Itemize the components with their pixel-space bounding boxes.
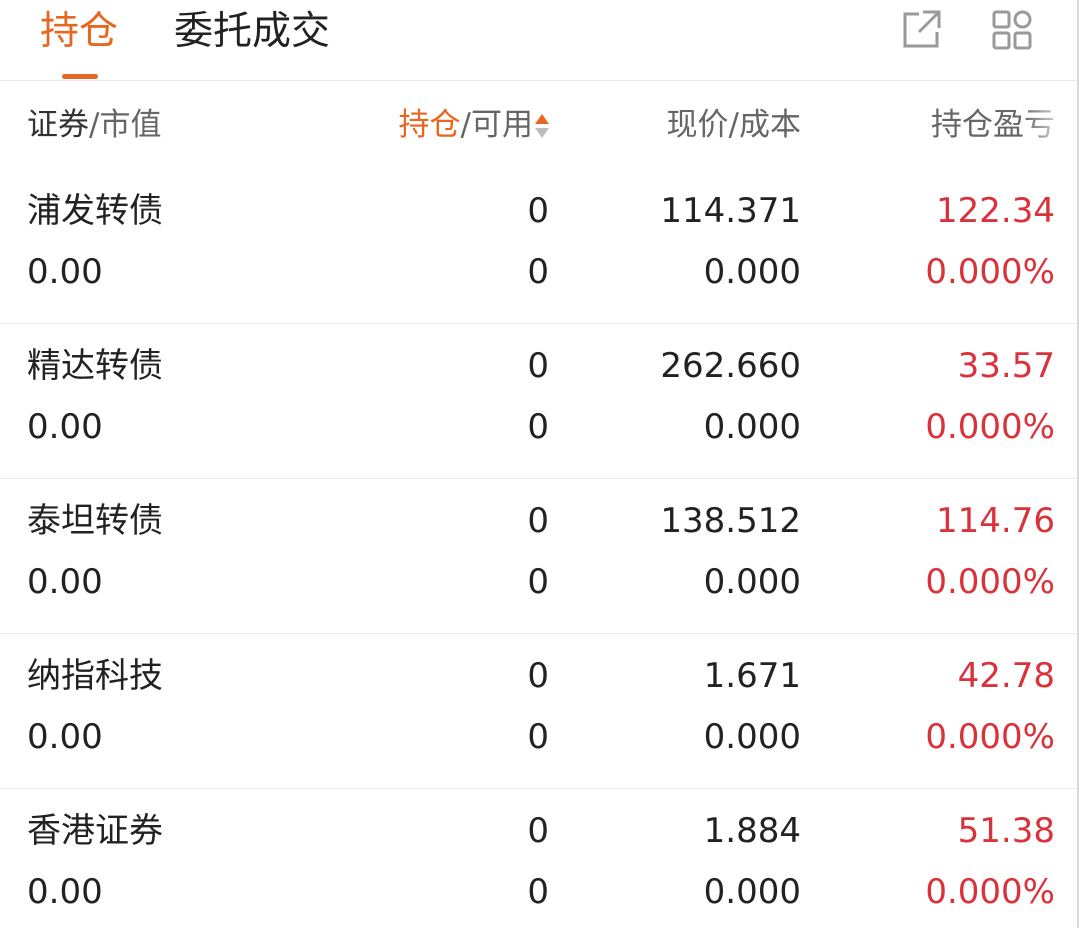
position-pnl-pct: 0.000%: [925, 562, 1055, 602]
market-value: 0.00: [27, 872, 103, 912]
column-header: 证券/市值 持仓/可用 现价/成本 持仓盈亏: [0, 81, 1079, 169]
cost-price: 0.000: [703, 872, 801, 912]
available-qty: 0: [527, 407, 549, 447]
sort-icon[interactable]: [535, 112, 549, 142]
cost-price: 0.000: [703, 562, 801, 602]
header-available-label: /可用: [460, 107, 533, 143]
current-price: 138.512: [660, 501, 801, 541]
holding-row[interactable]: 精达转债 0.00 0 0 262.660 0.000 33.57 0.000%: [0, 324, 1079, 479]
security-name: 泰坦转债: [27, 501, 163, 541]
position-qty: 0: [527, 191, 549, 231]
market-value: 0.00: [27, 717, 103, 757]
holdings-list: 浦发转债 0.00 0 0 114.371 0.000 122.34 0.000…: [0, 169, 1079, 928]
security-name: 精达转债: [27, 346, 163, 386]
position-pnl-pct: 0.000%: [925, 717, 1055, 757]
available-qty: 0: [527, 562, 549, 602]
tab-orders-trades[interactable]: 委托成交: [174, 8, 330, 56]
header-position-available[interactable]: 持仓/可用: [399, 105, 549, 145]
available-qty: 0: [527, 872, 549, 912]
current-price: 114.371: [660, 191, 801, 231]
header-fade-overlay: [1023, 81, 1079, 169]
holding-row[interactable]: 浦发转债 0.00 0 0 114.371 0.000 122.34 0.000…: [0, 169, 1079, 324]
holdings-screen: 持仓 委托成交 证券/市值 持仓/可用 现价/成本 持仓盈亏 浦发转债 0.00…: [0, 0, 1079, 928]
tab-bar: 持仓 委托成交: [0, 0, 1079, 81]
position-pnl: 122.34: [936, 191, 1055, 231]
position-pnl: 114.76: [936, 501, 1055, 541]
position-pnl: 51.38: [957, 811, 1055, 851]
position-pnl-pct: 0.000%: [925, 872, 1055, 912]
market-value: 0.00: [27, 252, 103, 292]
holding-row[interactable]: 泰坦转债 0.00 0 0 138.512 0.000 114.76 0.000…: [0, 479, 1079, 634]
current-price: 1.671: [703, 656, 801, 696]
market-value: 0.00: [27, 562, 103, 602]
tab-holdings[interactable]: 持仓: [40, 8, 118, 56]
active-tab-indicator: [62, 74, 98, 79]
position-pnl-pct: 0.000%: [925, 252, 1055, 292]
cost-price: 0.000: [703, 717, 801, 757]
security-name: 浦发转债: [27, 191, 163, 231]
holding-row[interactable]: 纳指科技 0.00 0 0 1.671 0.000 42.78 0.000%: [0, 634, 1079, 789]
security-name: 香港证券: [27, 811, 163, 851]
header-position-label: 持仓: [398, 107, 461, 143]
position-qty: 0: [527, 811, 549, 851]
holding-row[interactable]: 香港证券 0.00 0 0 1.884 0.000 51.38 0.000%: [0, 789, 1079, 928]
available-qty: 0: [527, 252, 549, 292]
position-qty: 0: [527, 346, 549, 386]
position-pnl: 33.57: [957, 346, 1055, 386]
position-pnl-pct: 0.000%: [925, 407, 1055, 447]
header-security-market-value[interactable]: 证券/市值: [27, 105, 161, 145]
position-qty: 0: [527, 656, 549, 696]
position-qty: 0: [527, 501, 549, 541]
security-name: 纳指科技: [27, 656, 163, 696]
external-link-icon[interactable]: [899, 8, 943, 52]
current-price: 262.660: [660, 346, 801, 386]
available-qty: 0: [527, 717, 549, 757]
grid-apps-icon[interactable]: [990, 8, 1034, 52]
header-security-label: 证券: [27, 107, 89, 143]
header-price-cost[interactable]: 现价/成本: [667, 105, 801, 145]
cost-price: 0.000: [703, 407, 801, 447]
cost-price: 0.000: [703, 252, 801, 292]
market-value: 0.00: [27, 407, 103, 447]
current-price: 1.884: [703, 811, 801, 851]
position-pnl: 42.78: [957, 656, 1055, 696]
header-market-value-label: /市值: [89, 107, 162, 143]
